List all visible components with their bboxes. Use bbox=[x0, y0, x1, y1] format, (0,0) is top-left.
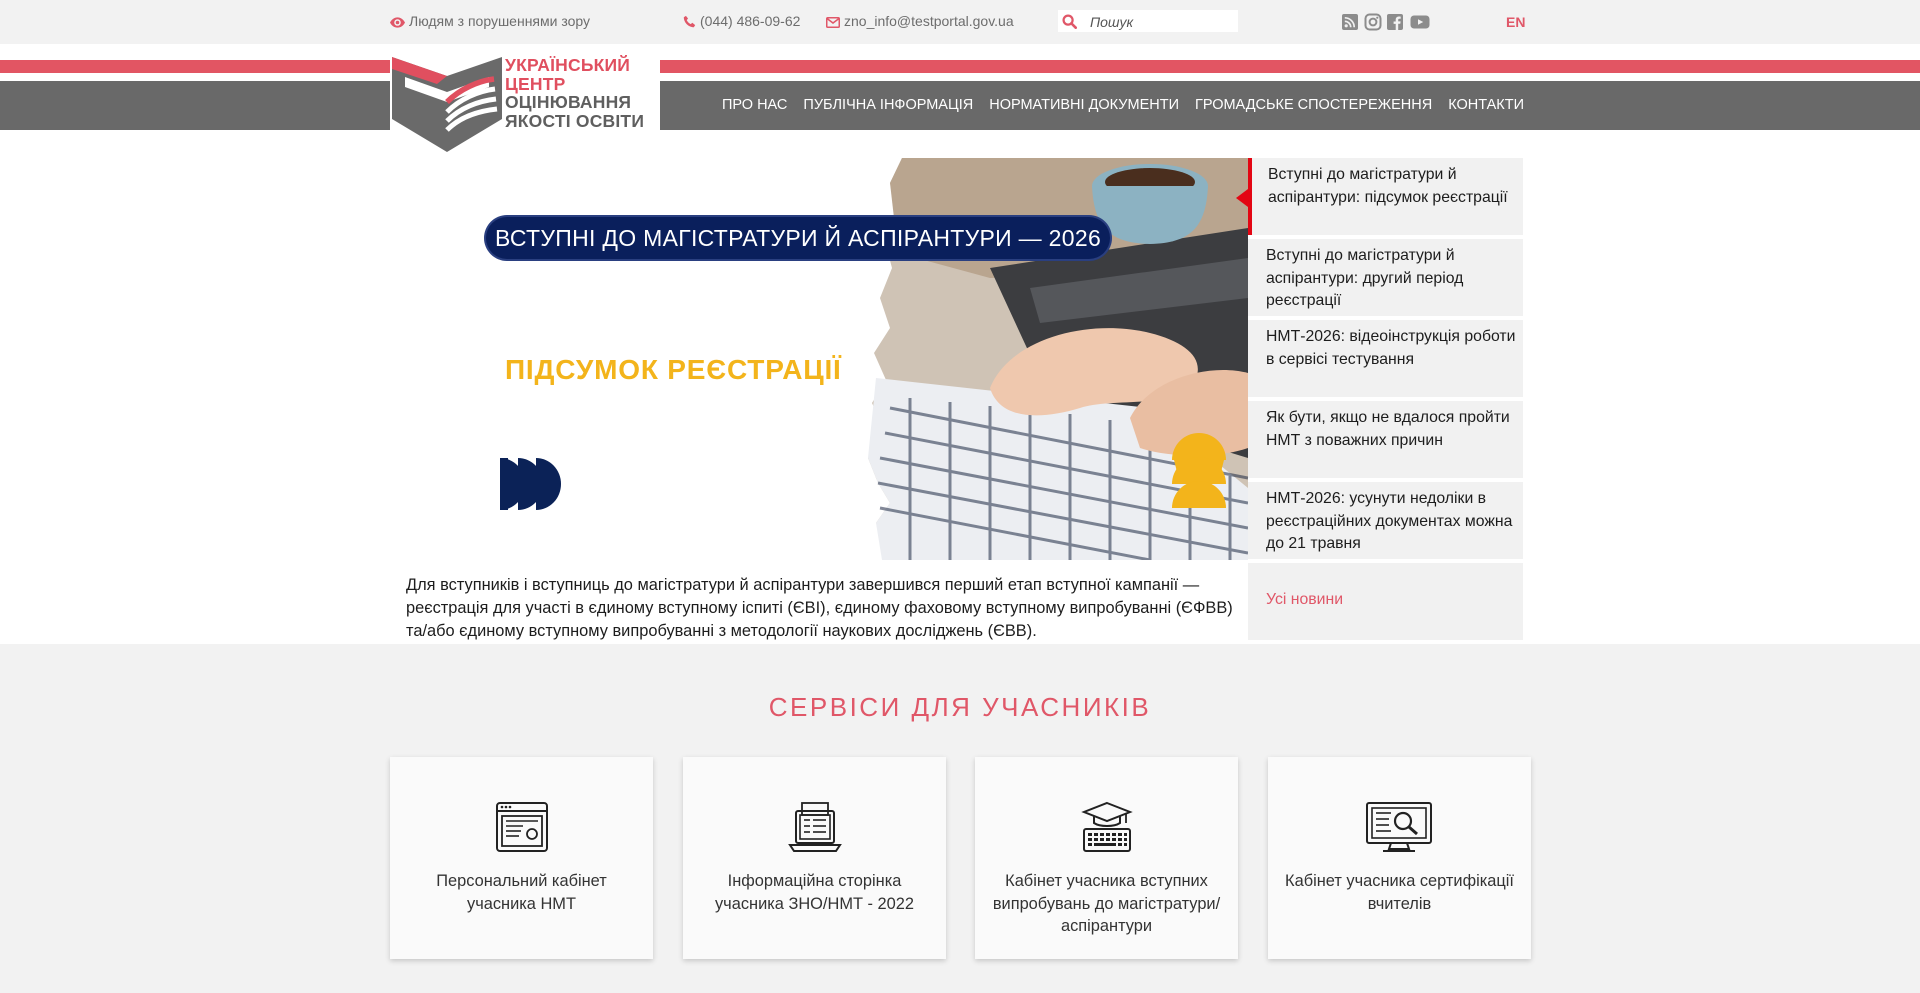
service-card-master-admission[interactable]: Кабінет учасника вступних випробувань до… bbox=[975, 757, 1238, 959]
phone-number: (044) 486-09-62 bbox=[700, 13, 801, 29]
search-input[interactable] bbox=[1088, 12, 1232, 32]
search-icon[interactable] bbox=[1062, 14, 1077, 29]
services-title: СЕРВІСИ ДЛЯ УЧАСНИКІВ bbox=[768, 692, 1152, 722]
instagram-icon[interactable] bbox=[1364, 13, 1382, 31]
phone-icon bbox=[683, 15, 696, 28]
all-news-link[interactable]: Усі новини bbox=[1266, 591, 1343, 608]
accessibility-label: Людям з порушеннями зору bbox=[409, 13, 591, 29]
header-stripe-red-left bbox=[0, 60, 390, 73]
hero-slide[interactable]: ВСТУПНІ ДО МАГІСТРАТУРИ Й АСПІРАНТУРИ — … bbox=[390, 158, 1248, 560]
email-address: zno_info@testportal.gov.ua bbox=[844, 13, 1014, 29]
main-nav: ПРО НАС ПУБЛІЧНА ІНФОРМАЦІЯ НОРМАТИВНІ Д… bbox=[722, 97, 1524, 113]
service-card-teacher-certification[interactable]: Кабінет учасника сертифікації вчителів bbox=[1268, 757, 1531, 959]
news-item[interactable]: Вступні до магістратури й аспірантури: п… bbox=[1236, 158, 1523, 235]
slide-title: ВСТУПНІ ДО МАГІСТРАТУРИ Й АСПІРАНТУРИ — … bbox=[486, 217, 1110, 259]
slide-subtitle: ПІДСУМОК РЕЄСТРАЦІЇ bbox=[505, 354, 842, 385]
service-card-label: Кабінет учасника сертифікації вчителів bbox=[1285, 872, 1514, 913]
nav-public-info[interactable]: ПУБЛІЧНА ІНФОРМАЦІЯ bbox=[803, 97, 973, 113]
language-switch[interactable]: EN bbox=[1506, 14, 1525, 30]
logo-line-3: ОЦІНЮВАННЯ bbox=[505, 92, 632, 112]
logo-line-2: ЦЕНТР bbox=[505, 73, 566, 94]
nav-public-observation[interactable]: ГРОМАДСЬКЕ СПОСТЕРЕЖЕННЯ bbox=[1195, 97, 1432, 113]
graduation-keyboard-icon bbox=[1081, 801, 1133, 852]
logo-line-4: ЯКОСТІ ОСВІТИ bbox=[505, 110, 645, 131]
search-box bbox=[1058, 10, 1238, 32]
browser-window-icon bbox=[496, 802, 548, 852]
facebook-icon[interactable] bbox=[1386, 13, 1404, 31]
email-link[interactable]: zno_info@testportal.gov.ua bbox=[826, 13, 1014, 29]
header-stripe-red-right bbox=[660, 60, 1920, 73]
news-item[interactable]: НМТ-2026: усунути недоліки в реєстраційн… bbox=[1248, 482, 1523, 559]
nav-contacts[interactable]: КОНТАКТИ bbox=[1448, 97, 1524, 113]
services-section: СЕРВІСИ ДЛЯ УЧАСНИКІВ Персональний кабін… bbox=[0, 644, 1920, 993]
phone-link[interactable]: (044) 486-09-62 bbox=[683, 13, 800, 29]
intro-text: Для вступників і вступниць до магістрату… bbox=[406, 576, 1233, 640]
service-card-label: Кабінет учасника вступних випробувань до… bbox=[992, 872, 1221, 935]
service-card-label: Персональний кабінет учасника НМТ bbox=[436, 872, 607, 913]
service-card-info-page[interactable]: Інформаційна сторінка учасника ЗНО/НМТ -… bbox=[683, 757, 946, 959]
all-news: Усі новини bbox=[1248, 563, 1523, 640]
news-item[interactable]: Як бути, якщо не вдалося пройти НМТ з по… bbox=[1248, 401, 1523, 478]
logo-line-1: УКРАЇНСЬКИЙ bbox=[505, 55, 631, 75]
service-card-nmt-cabinet[interactable]: Персональний кабінет учасника НМТ bbox=[390, 757, 653, 959]
logo-emblem bbox=[392, 57, 502, 152]
eye-icon bbox=[390, 17, 405, 28]
logo-text: УКРАЇНСЬКИЙ ЦЕНТР ОЦІНЮВАННЯ ЯКОСТІ ОСВІ… bbox=[505, 56, 644, 130]
laptop-document-icon bbox=[788, 802, 842, 852]
envelope-icon bbox=[826, 17, 840, 28]
top-bar: Людям з порушеннями зору (044) 486-09-62… bbox=[0, 0, 1920, 44]
youtube-icon[interactable] bbox=[1410, 13, 1430, 31]
service-card-label: Інформаційна сторінка учасника ЗНО/НМТ -… bbox=[714, 872, 915, 913]
nav-regulatory-docs[interactable]: НОРМАТИВНІ ДОКУМЕНТИ bbox=[989, 97, 1179, 113]
news-list: Вступні до магістратури й аспірантури: п… bbox=[1236, 158, 1523, 640]
accessibility-link[interactable]: Людям з порушеннями зору bbox=[390, 13, 590, 29]
news-item[interactable]: Вступні до магістратури й аспірантури: д… bbox=[1248, 239, 1523, 316]
news-item[interactable]: НМТ-2026: відеоінструкція роботи в серві… bbox=[1248, 320, 1523, 397]
monitor-search-icon bbox=[1366, 802, 1432, 852]
rss-icon[interactable] bbox=[1341, 13, 1359, 31]
nav-about[interactable]: ПРО НАС bbox=[722, 97, 787, 113]
